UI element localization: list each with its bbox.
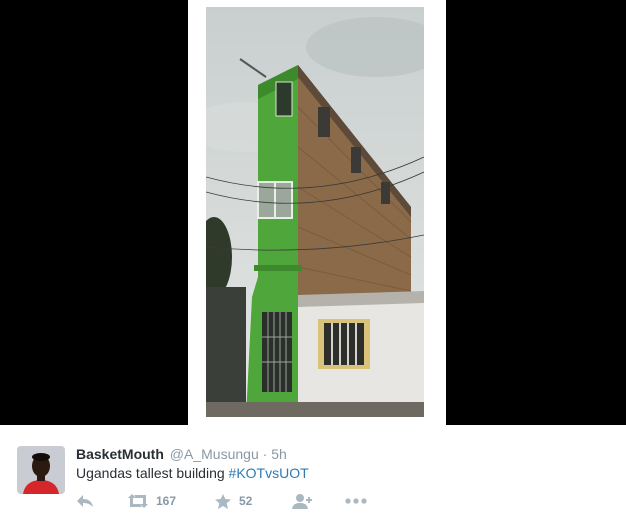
profile-photo-image <box>17 446 65 494</box>
tweet-photo[interactable] <box>206 7 424 417</box>
retweet-count: 167 <box>156 494 177 508</box>
reply-icon <box>77 495 93 507</box>
media-viewer <box>0 0 626 425</box>
username-handle[interactable]: @A_Musungu <box>170 446 259 462</box>
retweet-icon <box>128 494 148 508</box>
reply-button[interactable] <box>76 491 94 511</box>
more-button[interactable] <box>345 491 367 511</box>
favorite-count: 52 <box>239 494 253 508</box>
tweet-card: BasketMouth @A_Musungu · 5h Ugandas tall… <box>0 425 626 527</box>
display-name[interactable]: BasketMouth <box>76 446 164 462</box>
tweet-body: Ugandas tallest building <box>76 465 225 481</box>
retweet-button[interactable]: 167 <box>128 491 176 511</box>
star-icon <box>215 493 231 509</box>
tweet-actions: 167 52 <box>76 491 376 511</box>
follow-button[interactable] <box>292 491 312 511</box>
photo-frame <box>188 0 446 425</box>
more-dots-icon <box>345 498 367 504</box>
favorite-button[interactable]: 52 <box>215 491 252 511</box>
tweet-timestamp[interactable]: 5h <box>271 446 287 462</box>
meta-separator: · <box>262 446 268 462</box>
building-photo-image <box>206 7 424 417</box>
follow-user-icon <box>292 493 312 509</box>
tweet-text: Ugandas tallest building #KOTvsUOT <box>76 464 309 482</box>
avatar[interactable] <box>17 446 65 494</box>
hashtag-link[interactable]: #KOTvsUOT <box>229 465 309 481</box>
tweet-header: BasketMouth @A_Musungu · 5h <box>76 445 287 463</box>
